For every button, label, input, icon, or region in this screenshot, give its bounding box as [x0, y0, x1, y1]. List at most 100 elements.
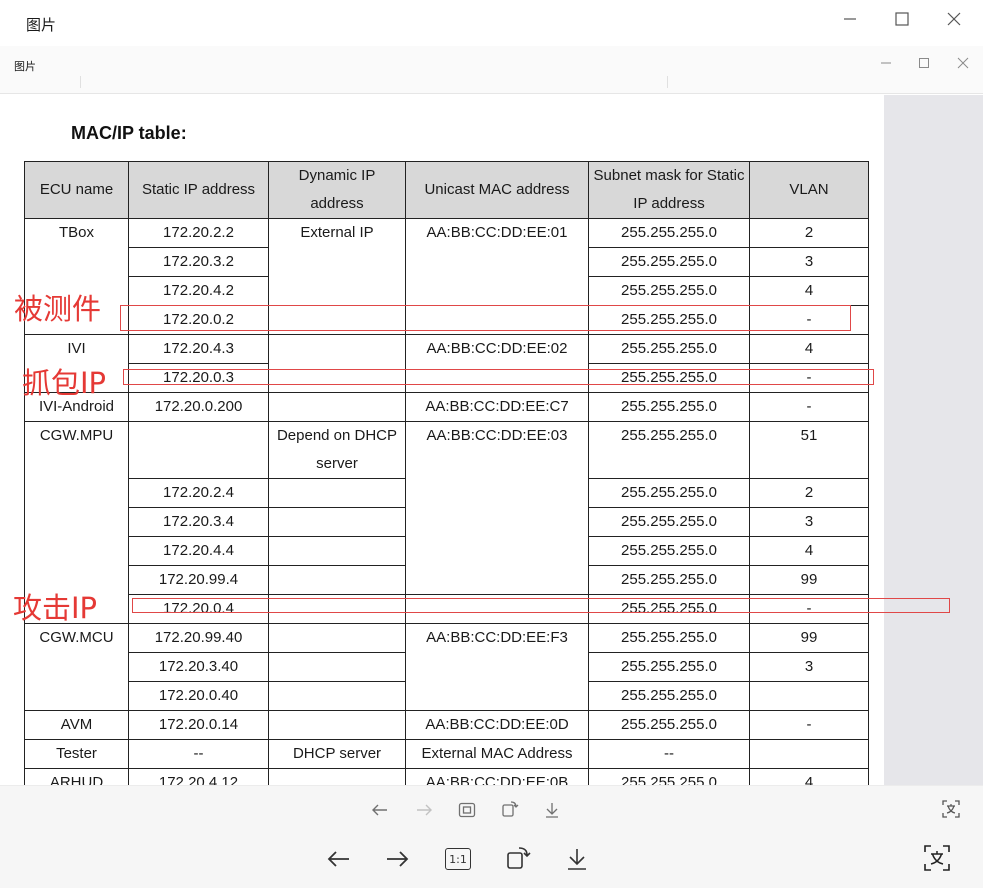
text-recognition-icon	[924, 845, 950, 871]
dynamic-ip-cell	[268, 392, 406, 422]
dynamic-ip-cell: Depend on DHCP server	[268, 421, 406, 479]
static-ip-cell: 172.20.0.200	[128, 392, 269, 422]
static-ip-cell: 172.20.4.12	[128, 768, 269, 785]
previous-image-button[interactable]	[322, 843, 356, 875]
window-close-button[interactable]	[936, 7, 972, 31]
mac-address-cell: AA:BB:CC:DD:EE:C7	[405, 392, 589, 422]
vlan-cell: 4	[749, 768, 869, 785]
actual-size-label: 1:1	[449, 852, 467, 866]
arrow-right-icon	[417, 804, 432, 816]
inner-window-title: 图片	[14, 60, 36, 73]
actual-size-icon	[458, 802, 476, 818]
arrow-right-icon	[387, 851, 409, 867]
download-icon	[568, 849, 586, 870]
download-button[interactable]	[562, 843, 592, 875]
actual-size-icon: 1:1	[445, 848, 471, 870]
column-header: Subnet mask for Static IP address	[588, 161, 750, 219]
download-icon	[546, 803, 558, 818]
annotation-label-dut: 被测件	[14, 292, 102, 326]
static-ip-cell: 172.20.4.3	[128, 334, 269, 364]
subnet-mask-cell: 255.255.255.0	[588, 768, 750, 785]
table-row: Tester -- DHCP server External MAC Addre…	[24, 739, 869, 769]
dynamic-ip-cell	[268, 565, 406, 595]
subnet-mask-cell: 255.255.255.0	[588, 218, 750, 248]
mac-address-cell: AA:BB:CC:DD:EE:03	[405, 421, 589, 595]
dynamic-ip-cell	[268, 478, 406, 508]
subnet-mask-cell: 255.255.255.0	[588, 681, 750, 711]
static-ip-cell: 172.20.2.2	[128, 218, 269, 248]
subnet-mask-cell: 255.255.255.0	[588, 536, 750, 566]
inner-close-button[interactable]	[948, 53, 978, 73]
ecu-name-cell: ARHUD	[24, 768, 129, 785]
dynamic-ip-cell	[268, 710, 406, 740]
static-ip-cell: 172.20.4.2	[128, 276, 269, 306]
subnet-mask-cell: 255.255.255.0	[588, 276, 750, 306]
download-button-small[interactable]	[540, 798, 564, 822]
dynamic-ip-cell	[268, 536, 406, 566]
vlan-cell	[749, 681, 869, 711]
image-viewport[interactable]: MAC/IP table: ECU name Static IP address…	[0, 95, 983, 785]
subnet-mask-cell: 255.255.255.0	[588, 565, 750, 595]
rotate-icon	[507, 847, 531, 869]
vlan-cell: 3	[749, 247, 869, 277]
column-header: Static IP address	[128, 161, 269, 219]
table-header-row: ECU name Static IP address Dynamic IP ad…	[24, 161, 869, 219]
viewport-gutter	[884, 95, 983, 785]
column-header: Dynamic IP address	[268, 161, 406, 219]
vlan-cell: 99	[749, 565, 869, 595]
table-row: CGW.MPU Depend on DHCP server AA:BB:CC:D…	[24, 421, 869, 624]
table-row: ARHUD 172.20.4.12 AA:BB:CC:DD:EE:0B 255.…	[24, 768, 869, 785]
vlan-cell: 4	[749, 334, 869, 364]
subnet-mask-cell: 255.255.255.0	[588, 652, 750, 682]
minimize-icon	[844, 18, 856, 20]
subnet-mask-cell: 255.255.255.0	[588, 478, 750, 508]
table-row: IVI-Android 172.20.0.200 AA:BB:CC:DD:EE:…	[24, 392, 869, 422]
vlan-cell: 3	[749, 507, 869, 537]
ocr-button[interactable]	[920, 841, 954, 875]
arrow-left-icon	[372, 804, 387, 816]
inner-minimize-button[interactable]	[871, 53, 901, 73]
column-header: VLAN	[749, 161, 869, 219]
static-ip-cell: 172.20.3.4	[128, 507, 269, 537]
next-image-button-small[interactable]	[412, 798, 436, 822]
inner-maximize-button[interactable]	[909, 53, 939, 73]
dynamic-ip-cell	[268, 768, 406, 785]
vlan-cell: 99	[749, 623, 869, 653]
static-ip-cell: 172.20.99.4	[128, 565, 269, 595]
dynamic-ip-cell	[268, 623, 406, 653]
vlan-cell: 3	[749, 652, 869, 682]
subnet-mask-cell: 255.255.255.0	[588, 392, 750, 422]
dynamic-ip-cell	[268, 507, 406, 537]
vlan-cell: 4	[749, 276, 869, 306]
table-row: TBox 172.20.2.2 External IP AA:BB:CC:DD:…	[24, 218, 869, 335]
rotate-button-small[interactable]	[498, 797, 522, 821]
text-recognition-icon	[942, 800, 960, 818]
previous-image-button-small[interactable]	[368, 798, 392, 822]
window-minimize-button[interactable]	[832, 7, 868, 31]
mac-ip-table: ECU name Static IP address Dynamic IP ad…	[24, 161, 869, 785]
ocr-button-small[interactable]	[938, 796, 964, 822]
ecu-name-cell: AVM	[24, 710, 129, 740]
window-titlebar: 图片	[0, 0, 983, 46]
next-image-button[interactable]	[380, 843, 414, 875]
mac-address-cell: AA:BB:CC:DD:EE:0B	[405, 768, 589, 785]
window-title: 图片	[26, 16, 57, 34]
arrow-left-icon	[327, 851, 349, 867]
viewer-toolbar: 1:1	[0, 785, 983, 888]
fit-window-button-small[interactable]	[455, 798, 479, 822]
close-icon	[957, 57, 969, 69]
dynamic-ip-cell: External IP	[268, 218, 406, 306]
subnet-mask-cell: 255.255.255.0	[588, 710, 750, 740]
subnet-mask-cell: 255.255.255.0	[588, 334, 750, 364]
rotate-button[interactable]	[502, 842, 534, 874]
vlan-cell: 4	[749, 536, 869, 566]
ecu-name-cell: CGW.MCU	[24, 623, 129, 711]
static-ip-cell: 172.20.3.40	[128, 652, 269, 682]
static-ip-cell: 172.20.0.14	[128, 710, 269, 740]
maximize-icon	[919, 58, 929, 68]
static-ip-cell: 172.20.2.4	[128, 478, 269, 508]
static-ip-cell: 172.20.4.4	[128, 536, 269, 566]
highlight-box-dut	[120, 305, 851, 331]
actual-size-button[interactable]: 1:1	[442, 845, 474, 873]
window-maximize-button[interactable]	[884, 7, 920, 31]
